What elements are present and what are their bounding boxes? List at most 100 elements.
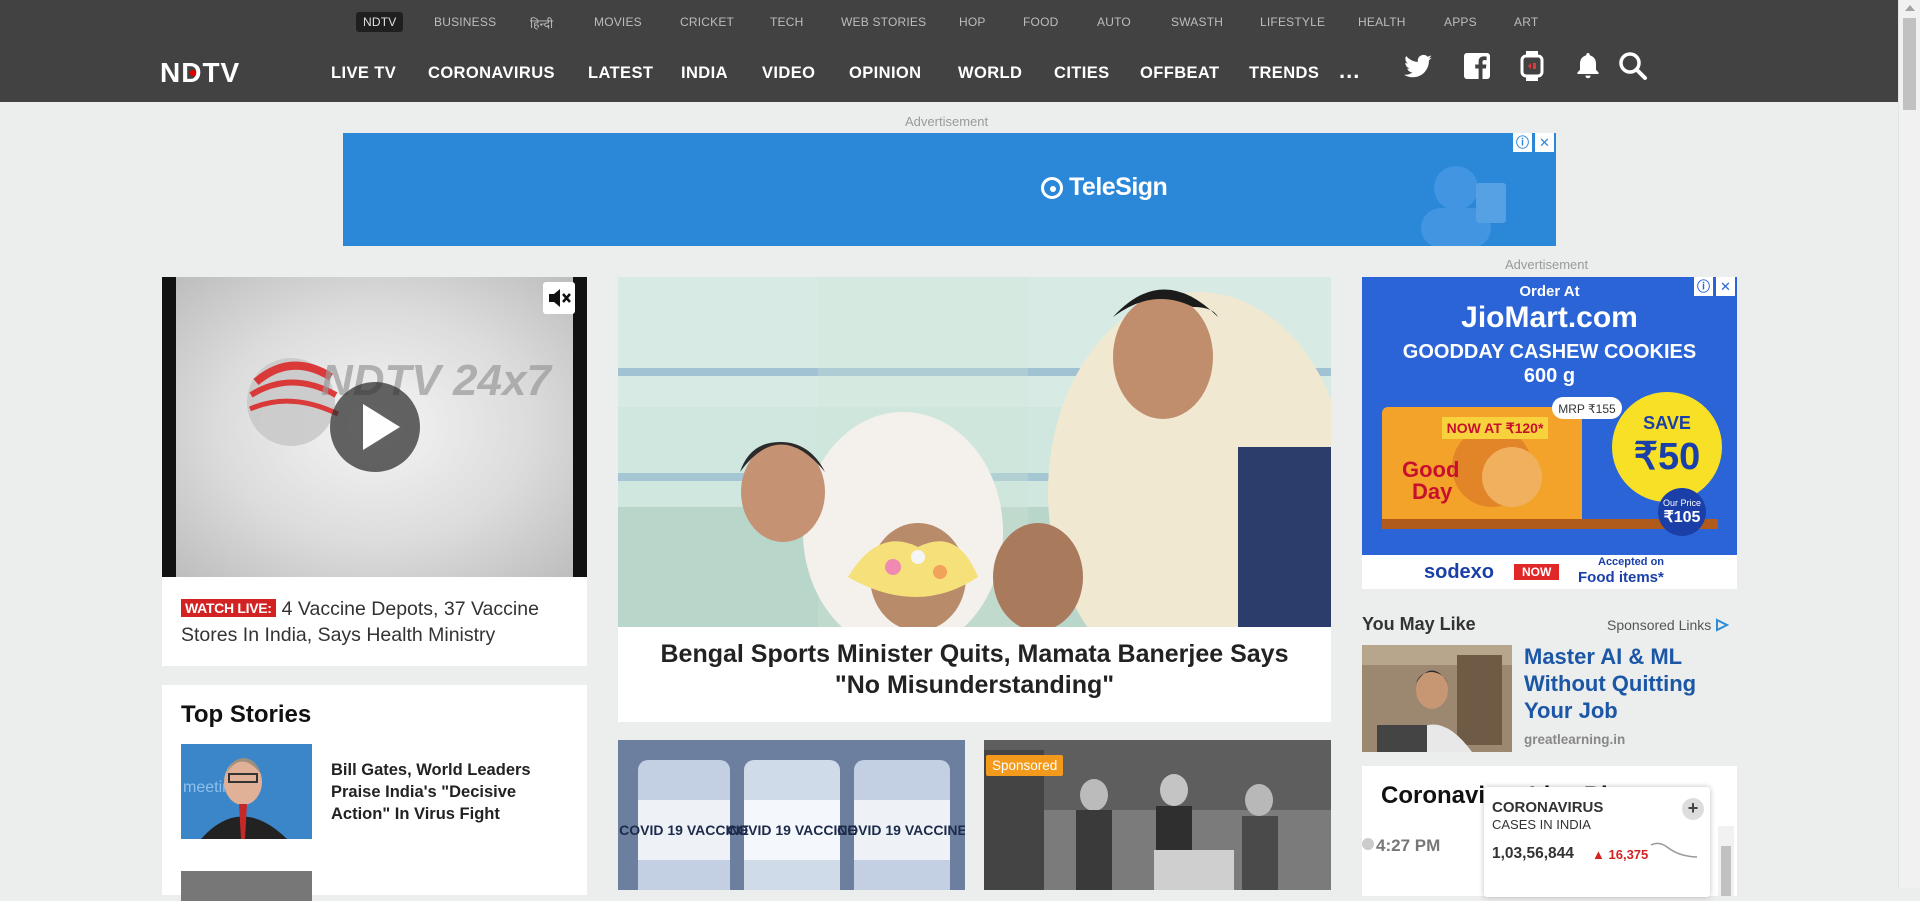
covid-widget-expand-button[interactable]: + [1682, 798, 1704, 820]
vaccine-label-3: COVID 19 VACCINE [837, 822, 965, 838]
top-story-title[interactable]: Bill Gates, World Leaders Praise India's… [331, 759, 571, 825]
nav-cities[interactable]: CITIES [1054, 64, 1110, 83]
ad-close-icon[interactable]: ✕ [1535, 133, 1554, 152]
sponsored-links-label[interactable]: Sponsored Links [1607, 617, 1730, 633]
top-banner-ad[interactable]: TeleSign ⓘ ✕ [343, 133, 1556, 246]
jio-ad-line2: JioMart.com [1461, 301, 1638, 334]
top-story-image-2[interactable] [181, 871, 312, 901]
covid-widget-title: CORONAVIRUS [1492, 799, 1604, 816]
jio-ad-line4: 600 g [1523, 365, 1576, 387]
jiomart-ad[interactable]: Order At JioMart.com GOODDAY CASHEW COOK… [1362, 277, 1737, 589]
twitter-icon[interactable] [1402, 50, 1434, 82]
jio-food-items: Food items* [1578, 569, 1664, 586]
scrollbar-thumb[interactable] [1903, 18, 1916, 110]
you-may-like-title[interactable]: Master AI & ML Without Quitting Your Job [1524, 643, 1739, 724]
topnav-item-hindi[interactable]: हिन्दी [530, 15, 553, 32]
vaccine-story-card[interactable]: COVID 19 VACCINE COVID 19 VACCINE COVID … [618, 740, 965, 890]
covid-delta-value: 16,375 [1608, 847, 1649, 862]
ad-info-icon[interactable]: ⓘ [1513, 133, 1532, 152]
jio-ad-info-icon[interactable]: ⓘ [1694, 277, 1713, 296]
topnav-item-ndtv[interactable]: NDTV [356, 12, 404, 32]
covid-widget-subtitle: CASES IN INDIA [1492, 817, 1591, 832]
bell-icon[interactable] [1572, 50, 1604, 82]
lead-story-image[interactable] [618, 277, 1331, 627]
jio-ad-close-icon[interactable]: ✕ [1716, 277, 1735, 296]
nav-more-button[interactable]: ... [1339, 58, 1360, 84]
play-icon [363, 404, 400, 450]
topnav-item-business[interactable]: BUSINESS [434, 15, 496, 29]
page-scrollbar[interactable] [1898, 0, 1920, 888]
video-player[interactable]: NDTV 24x7 [162, 277, 587, 577]
site-header: NDTV BUSINESS हिन्दी MOVIES CRICKET TECH… [0, 0, 1898, 102]
topnav-item-apps[interactable]: APPS [1444, 15, 1477, 29]
lead-story-card[interactable]: Bengal Sports Minister Quits, Mamata Ban… [618, 277, 1331, 722]
sponsored-badge: Sponsored [986, 755, 1064, 776]
trend-up-icon: ▲ [1592, 847, 1605, 862]
topnav-item-cricket[interactable]: CRICKET [680, 15, 734, 29]
sponsored-links-icon[interactable] [1715, 618, 1730, 632]
live-video-caption[interactable]: WATCH LIVE: 4 Vaccine Depots, 37 Vaccine … [181, 596, 576, 648]
topnav-item-lifestyle[interactable]: LIFESTYLE [1260, 15, 1325, 29]
top-ad-label: Advertisement [905, 114, 989, 129]
telesign-brand: TeleSign [1069, 173, 1168, 201]
you-may-like-heading: You May Like [1362, 614, 1476, 634]
topnav-item-tech[interactable]: TECH [770, 15, 803, 29]
covid-trend-sparkline [1650, 842, 1698, 858]
jio-ad-product-graphic: Good Day NOW AT ₹120* MRP ₹155 SAVE ₹50 … [1382, 392, 1722, 536]
jio-ad-line1: Order At [1519, 283, 1580, 300]
jio-now-at-price: NOW AT ₹120* [1447, 420, 1544, 436]
telesign-logo: TeleSign [1041, 173, 1168, 202]
topnav-item-auto[interactable]: AUTO [1097, 15, 1131, 29]
nav-india[interactable]: INDIA [681, 64, 728, 83]
topnav-item-movies[interactable]: MOVIES [594, 15, 642, 29]
you-may-like-image[interactable] [1362, 645, 1512, 752]
search-icon[interactable] [1617, 50, 1649, 82]
facebook-icon[interactable] [1461, 50, 1493, 82]
blog-scrollbar-thumb[interactable] [1721, 846, 1731, 896]
jio-now-tag: NOW [1514, 564, 1560, 580]
right-ad-label: Advertisement [1505, 257, 1589, 272]
top-story-image[interactable]: meetin [181, 744, 312, 839]
timeline-dot [1362, 838, 1374, 850]
jio-our-price: ₹105 [1664, 509, 1701, 526]
telesign-mark-icon [1041, 176, 1063, 199]
top-network-nav: NDTV BUSINESS हिन्दी MOVIES CRICKET TECH… [0, 0, 1898, 44]
svg-text:meetin: meetin [183, 779, 231, 796]
jio-ad-line3: GOODDAY CASHEW COOKIES [1402, 341, 1697, 363]
scroll-up-arrow-icon[interactable] [1905, 5, 1915, 11]
jio-save-amount: ₹50 [1634, 436, 1700, 478]
topnav-item-web-stories[interactable]: WEB STORIES [841, 15, 926, 29]
nav-video[interactable]: VIDEO [762, 64, 815, 83]
nav-trends[interactable]: TRENDS [1249, 64, 1319, 83]
topnav-item-hop[interactable]: HOP [959, 15, 986, 29]
jio-save-label: SAVE [1643, 413, 1691, 433]
topnav-item-swasth[interactable]: SWASTH [1171, 15, 1223, 29]
jio-ad-footer: sodexo NOW Accepted on Food items* [1362, 555, 1737, 589]
nav-latest[interactable]: LATEST [588, 64, 653, 83]
jio-mrp: MRP ₹155 [1558, 402, 1616, 416]
nav-world[interactable]: WORLD [958, 64, 1022, 83]
nav-offbeat[interactable]: OFFBEAT [1140, 64, 1219, 83]
blog-scrollbar[interactable] [1718, 826, 1734, 896]
blog-update-time: 4:27 PM [1376, 836, 1441, 855]
main-nav: LIVE TV CORONAVIRUS LATEST INDIA VIDEO O… [0, 60, 1898, 90]
sponsored-story-card[interactable]: Sponsored [984, 740, 1331, 890]
lead-story-title[interactable]: Bengal Sports Minister Quits, Mamata Ban… [638, 639, 1311, 701]
topnav-item-health[interactable]: HEALTH [1358, 15, 1406, 29]
nav-coronavirus[interactable]: CORONAVIRUS [428, 64, 555, 83]
covid-cases-widget[interactable]: CORONAVIRUS CASES IN INDIA + 1,03,56,844… [1484, 787, 1710, 897]
ad-illustration [1421, 166, 1506, 246]
nav-opinion[interactable]: OPINION [849, 64, 921, 83]
top-stories-section: Top Stories meetin Bill Gates, World Lea… [162, 685, 587, 901]
topnav-item-food[interactable]: FOOD [1023, 15, 1058, 29]
you-may-like-source[interactable]: greatlearning.in [1524, 732, 1625, 747]
speaker-muted-icon [549, 289, 571, 307]
covid-case-count: 1,03,56,844 [1492, 845, 1574, 862]
play-button[interactable] [330, 382, 420, 472]
topnav-item-art[interactable]: ART [1514, 15, 1538, 29]
sponsored-links-text[interactable]: Sponsored Links [1607, 617, 1711, 633]
smartwatch-icon[interactable] [1516, 50, 1548, 82]
nav-live-tv[interactable]: LIVE TV [331, 64, 396, 83]
mute-button[interactable] [543, 282, 575, 314]
svg-text:Day: Day [1412, 479, 1453, 504]
